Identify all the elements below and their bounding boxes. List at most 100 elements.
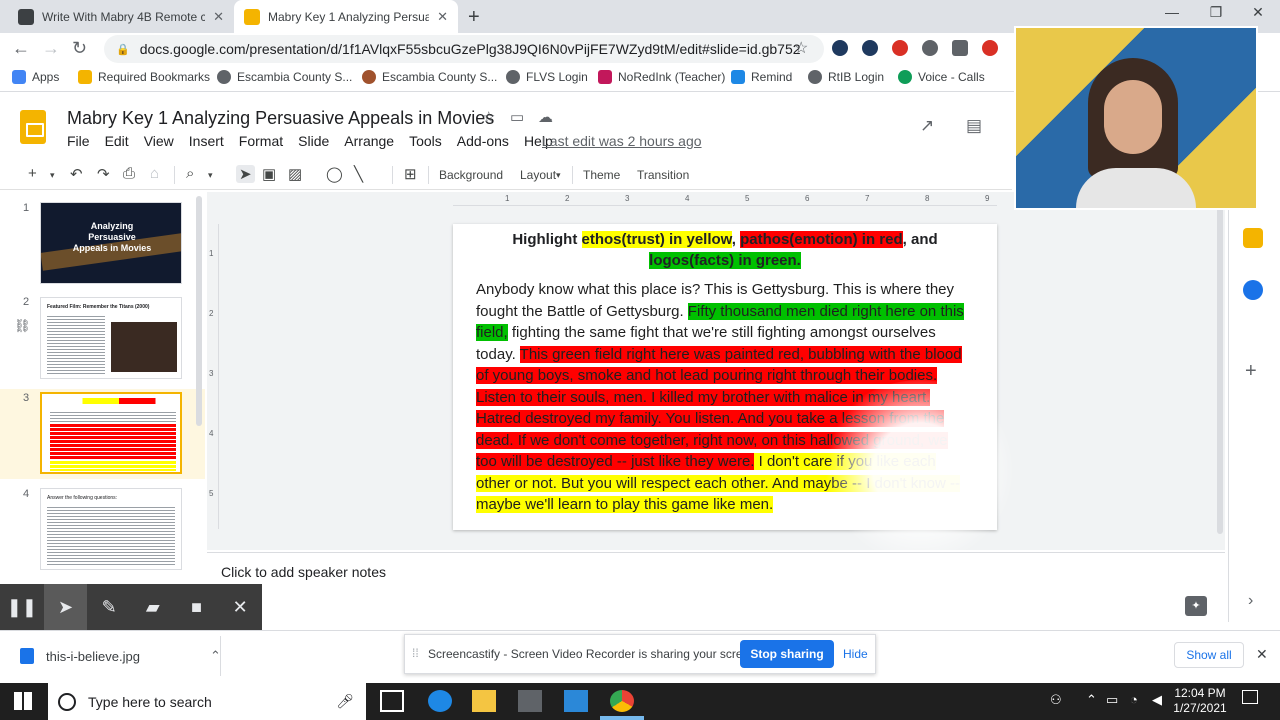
bookmark-apps[interactable]: Apps <box>12 70 59 84</box>
maximize-icon[interactable]: ❐ <box>1196 4 1236 21</box>
slide-thumbnail-1[interactable]: Analyzing Persuasive Appeals in Movies <box>40 202 182 284</box>
slide-thumbnail-2[interactable]: Featured Film: Remember the Titans (2000… <box>40 297 182 379</box>
explore-icon[interactable]: ✦ <box>1185 596 1207 616</box>
chevron-down-icon[interactable]: ▾ <box>208 170 213 181</box>
download-item[interactable]: this-i-believe.jpg ⌃ <box>20 648 221 664</box>
menu-format[interactable]: Format <box>239 133 283 149</box>
transition-button[interactable]: Transition <box>637 168 689 182</box>
pause-icon[interactable]: ❚❚ <box>0 597 44 618</box>
bookmark-flvs[interactable]: FLVS Login <box>506 70 588 84</box>
close-icon[interactable]: ✕ <box>1256 646 1268 663</box>
forward-icon[interactable]: → <box>42 38 60 59</box>
shape-icon[interactable]: ◯ <box>326 165 343 183</box>
slide-thumbnail-4[interactable]: Answer the following questions: <box>40 488 182 570</box>
print-icon[interactable]: ⎙ <box>123 165 135 182</box>
redo-icon[interactable]: ↷ <box>97 165 110 183</box>
star-icon[interactable]: ☆ <box>794 38 808 58</box>
notifications-icon[interactable] <box>1242 690 1258 704</box>
minimize-icon[interactable]: — <box>1152 4 1192 20</box>
adblock-icon[interactable] <box>892 40 908 56</box>
text-box-icon[interactable]: ▣ <box>262 165 276 183</box>
menu-edit[interactable]: Edit <box>105 133 129 149</box>
slide-body-text[interactable]: Anybody know what this place is? This is… <box>476 279 972 516</box>
screencastify-icon[interactable] <box>982 40 998 56</box>
canvas-scrollbar[interactable] <box>1217 196 1223 534</box>
menu-tools[interactable]: Tools <box>409 133 442 149</box>
bookmark-voice[interactable]: Voice - Calls <box>898 70 985 84</box>
bookmark-required[interactable]: Required Bookmarks <box>78 70 210 84</box>
task-view-icon[interactable] <box>380 690 404 712</box>
image-icon[interactable]: ▨ <box>288 165 302 183</box>
filmstrip-scrollbar[interactable] <box>196 196 202 426</box>
chevron-up-icon[interactable]: ⌃ <box>1086 692 1097 708</box>
menu-view[interactable]: View <box>144 133 174 149</box>
people-icon[interactable]: ⚇ <box>1050 692 1062 708</box>
slide-heading[interactable]: Highlight ethos(trust) in yellow, pathos… <box>493 229 957 271</box>
chevron-down-icon[interactable]: ▾ <box>50 170 55 181</box>
bookmark-remind[interactable]: Remind <box>731 70 792 84</box>
extension-icon[interactable] <box>832 40 848 56</box>
select-cursor-icon[interactable]: ➤ <box>236 165 255 183</box>
theme-button[interactable]: Theme <box>583 168 620 182</box>
move-folder-icon[interactable]: ▭ <box>510 108 524 126</box>
zoom-icon[interactable]: ⌕ <box>186 165 194 182</box>
menu-addons[interactable]: Add-ons <box>457 133 509 149</box>
battery-icon[interactable]: ▭ <box>1106 692 1118 708</box>
cursor-icon[interactable]: ➤ <box>43 584 88 630</box>
taskbar-search[interactable]: Type here to search 🎤︎ <box>48 683 366 720</box>
edge-icon[interactable] <box>428 690 452 712</box>
current-slide[interactable]: Highlight ethos(trust) in yellow, pathos… <box>453 224 997 530</box>
file-explorer-icon[interactable] <box>472 690 496 712</box>
menu-arrange[interactable]: Arrange <box>344 133 394 149</box>
window-close-icon[interactable]: ✕ <box>1238 4 1278 21</box>
close-icon[interactable]: ✕ <box>437 9 448 25</box>
comment-icon[interactable]: ▤ <box>966 116 982 136</box>
add-addon-icon[interactable]: + <box>1245 360 1257 383</box>
hide-button[interactable]: Hide <box>843 647 868 661</box>
add-comment-icon[interactable]: ⊞ <box>404 165 417 183</box>
extension-icon[interactable] <box>952 40 968 56</box>
power-icon[interactable] <box>922 40 938 56</box>
bookmark-noredink[interactable]: NoRedInk (Teacher) <box>598 70 725 84</box>
bookmark-rtib[interactable]: RtIB Login <box>808 70 884 84</box>
eraser-icon[interactable]: ▰ <box>131 597 175 618</box>
microphone-icon[interactable]: 🎤︎ <box>336 693 354 710</box>
slides-logo-icon[interactable] <box>20 110 46 144</box>
stop-sharing-button[interactable]: Stop sharing <box>740 640 834 668</box>
slide-thumbnail-3[interactable] <box>40 392 182 474</box>
close-icon[interactable]: ✕ <box>218 597 262 618</box>
close-icon[interactable]: ✕ <box>213 9 224 25</box>
new-tab-button[interactable]: + <box>468 6 480 29</box>
chrome-icon[interactable] <box>610 690 634 712</box>
address-bar[interactable]: 🔒 docs.google.com/presentation/d/1f1AVlq… <box>104 35 824 63</box>
star-icon[interactable]: ☆ <box>482 108 495 126</box>
extension-icon[interactable] <box>862 40 878 56</box>
chevron-right-icon[interactable]: › <box>1248 592 1253 610</box>
taskbar-clock[interactable]: 12:04 PM 1/27/2021 <box>1170 686 1230 716</box>
paint-format-icon[interactable]: ⌂ <box>150 165 159 182</box>
background-button[interactable]: Background <box>439 168 503 182</box>
show-all-button[interactable]: Show all <box>1174 642 1244 668</box>
mail-icon[interactable] <box>564 690 588 712</box>
menu-slide[interactable]: Slide <box>298 133 329 149</box>
speaker-notes-placeholder[interactable]: Click to add speaker notes <box>221 564 386 580</box>
bookmark-escambia-1[interactable]: Escambia County S... <box>217 70 352 84</box>
tab-write-with-mabry[interactable]: Write With Mabry 4B Remote cm ✕ <box>8 0 234 33</box>
volume-icon[interactable]: ◀ <box>1152 692 1162 708</box>
tab-mabry-key[interactable]: Mabry Key 1 Analyzing Persuasive ✕ <box>234 0 458 33</box>
windows-start-icon[interactable] <box>14 692 32 710</box>
keep-icon[interactable] <box>1243 228 1263 248</box>
wifi-icon[interactable]: ◔ <box>1130 692 1138 707</box>
chevron-down-icon[interactable]: ▾ <box>556 170 561 181</box>
activity-icon[interactable]: ↗ <box>920 116 934 136</box>
undo-icon[interactable]: ↶ <box>70 165 83 183</box>
menu-insert[interactable]: Insert <box>189 133 224 149</box>
new-slide-icon[interactable]: + <box>28 165 37 182</box>
line-icon[interactable]: ╲ <box>354 165 363 183</box>
tasks-icon[interactable] <box>1243 280 1263 300</box>
document-title[interactable]: Mabry Key 1 Analyzing Persuasive Appeals… <box>67 108 494 129</box>
camera-icon[interactable]: ■ <box>175 597 219 618</box>
pen-icon[interactable]: ✎ <box>87 597 131 618</box>
store-icon[interactable] <box>518 690 542 712</box>
back-icon[interactable]: ← <box>12 38 30 59</box>
